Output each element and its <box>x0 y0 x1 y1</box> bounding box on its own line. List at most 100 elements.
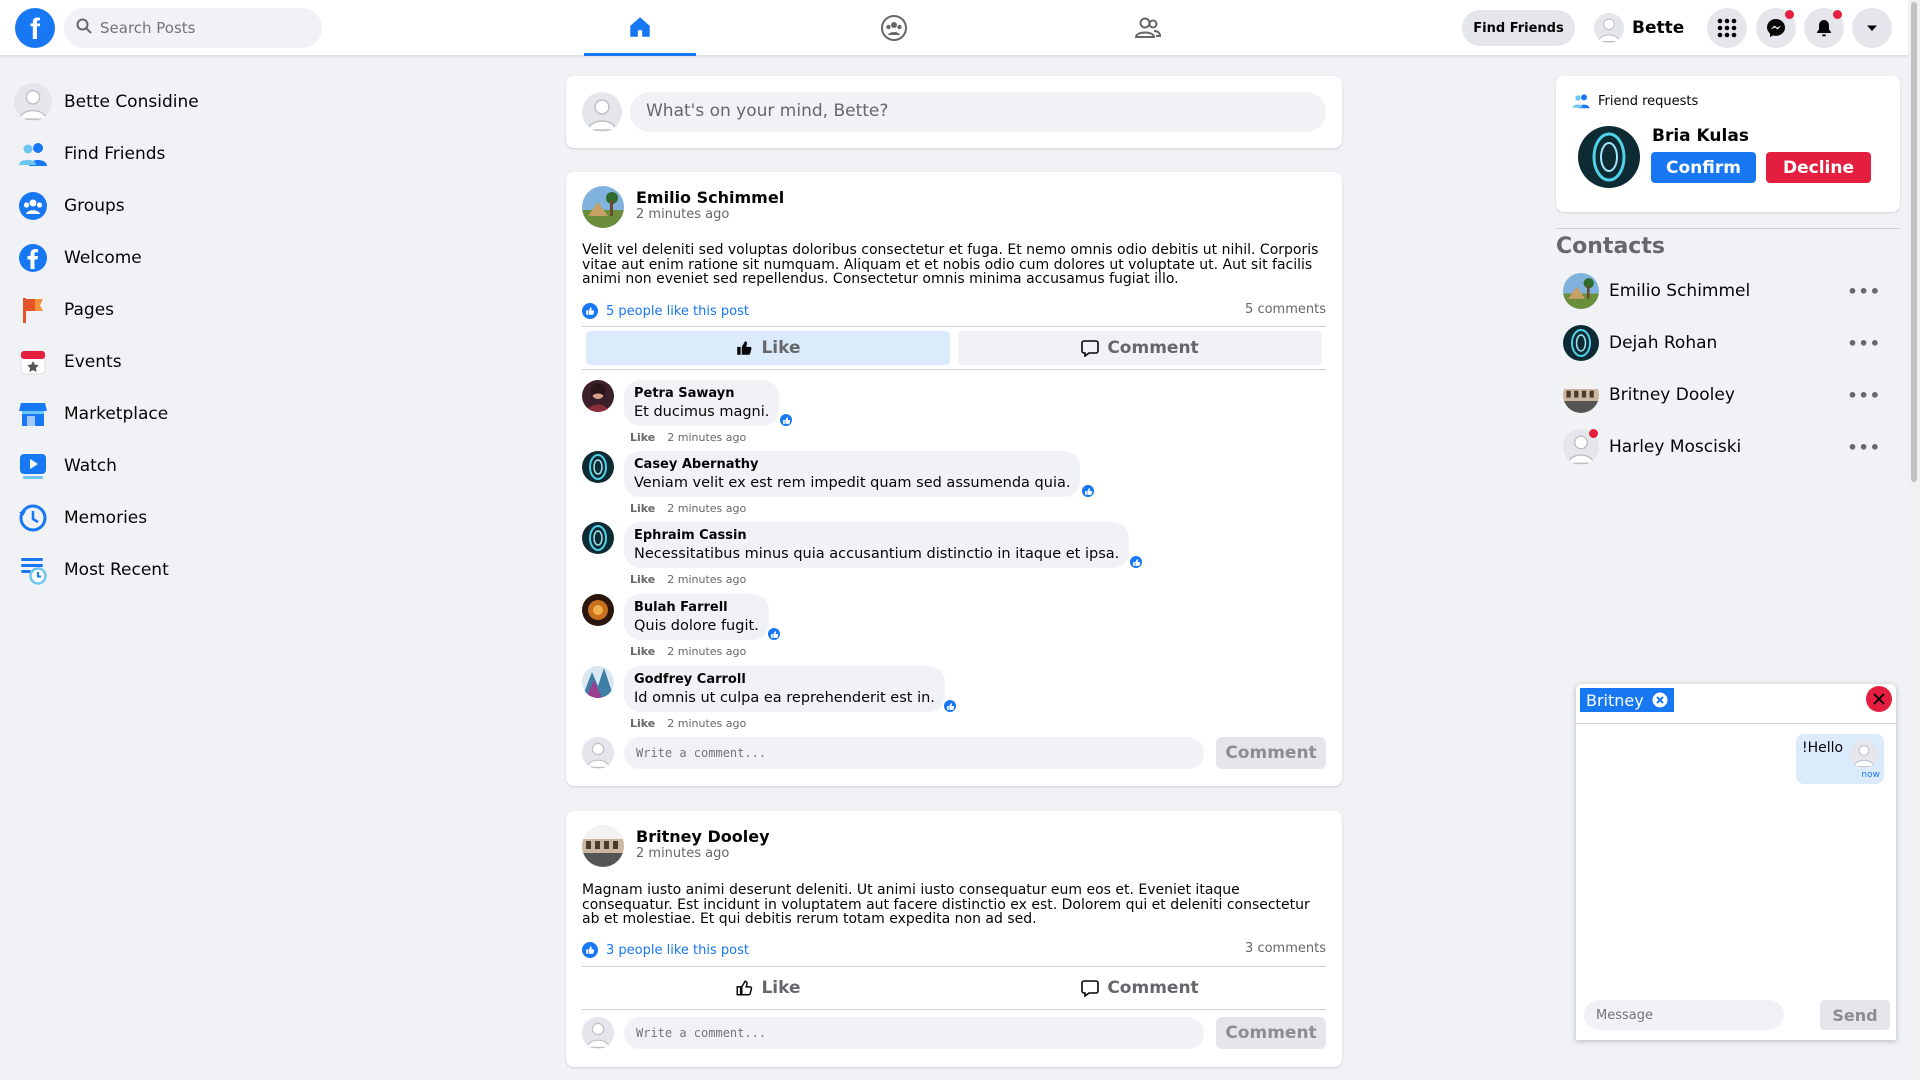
commenter-name[interactable]: Godfrey Carroll <box>634 672 935 687</box>
comment-like-link[interactable]: Like <box>630 645 655 658</box>
confirm-button[interactable]: Confirm <box>1651 152 1756 183</box>
submit-comment-button[interactable]: Comment <box>1216 1017 1326 1049</box>
user-name: Bette <box>1632 18 1685 38</box>
contact-item[interactable]: Dejah Rohan ••• <box>1563 321 1893 365</box>
commenter-name[interactable]: Casey Abernathy <box>634 457 1070 472</box>
sidebar-item-memories[interactable]: Memories <box>14 492 314 544</box>
comment-bubble: Ephraim Cassin Necessitatibus minus quia… <box>624 522 1130 568</box>
like-label: Like <box>761 338 801 358</box>
remove-recipient-icon[interactable] <box>1652 692 1668 708</box>
comment-input[interactable] <box>624 1017 1204 1049</box>
page-scrollbar[interactable] <box>1908 0 1920 1080</box>
requester-avatar[interactable] <box>1578 126 1640 188</box>
post-author[interactable]: Britney Dooley <box>636 827 770 846</box>
comment-time[interactable]: 2 minutes ago <box>667 573 746 586</box>
post-likes[interactable]: 3 people like this post <box>582 942 749 958</box>
comment-like-link[interactable]: Like <box>630 573 655 586</box>
comment-icon <box>1081 980 1100 997</box>
sidebar-item-pages[interactable]: Pages <box>14 284 314 336</box>
post-header: Britney Dooley 2 minutes ago <box>582 825 770 867</box>
scrollbar-thumb[interactable] <box>1911 2 1917 482</box>
post-time[interactable]: 2 minutes ago <box>636 207 784 222</box>
sidebar-item-find-friends[interactable]: Find Friends <box>14 128 314 180</box>
messenger-icon <box>1767 19 1785 37</box>
account-menu-button[interactable] <box>1852 8 1892 48</box>
sidebar-item-watch[interactable]: Watch <box>14 440 314 492</box>
chat-recipient-tag[interactable]: Britney <box>1580 688 1674 712</box>
contact-avatar <box>1563 273 1599 309</box>
comment-time[interactable]: 2 minutes ago <box>667 502 746 515</box>
submit-comment-button[interactable]: Comment <box>1216 737 1326 769</box>
find-friends-button[interactable]: Find Friends <box>1462 10 1575 46</box>
message-input[interactable] <box>1584 1000 1784 1030</box>
requester-name[interactable]: Bria Kulas <box>1652 126 1749 146</box>
contact-item[interactable]: Harley Mosciski ••• <box>1563 425 1893 469</box>
comment-button[interactable]: Comment <box>958 971 1322 1005</box>
sidebar-item-label: Welcome <box>64 248 142 268</box>
author-avatar[interactable] <box>582 825 624 867</box>
tab-home[interactable] <box>584 0 696 56</box>
messenger-button[interactable] <box>1756 8 1796 48</box>
notification-dot <box>1785 10 1794 19</box>
comment-bubble: Bulah Farrell Quis dolore fugit. <box>624 594 769 640</box>
sidebar-item-profile[interactable]: Bette Considine <box>14 76 314 128</box>
friends-icon <box>1572 94 1590 109</box>
tab-groups[interactable] <box>838 0 950 56</box>
contact-name: Britney Dooley <box>1609 385 1735 405</box>
search-input[interactable] <box>100 8 310 48</box>
contact-item[interactable]: Emilio Schimmel ••• <box>1563 269 1893 313</box>
more-options-icon[interactable]: ••• <box>1847 386 1881 405</box>
facebook-logo[interactable]: f <box>15 8 55 48</box>
sidebar-item-groups[interactable]: Groups <box>14 180 314 232</box>
avatar <box>14 83 52 121</box>
comment-like-link[interactable]: Like <box>630 502 655 515</box>
chat-header: Britney <box>1576 684 1896 724</box>
sidebar-item-events[interactable]: Events <box>14 336 314 388</box>
comment-like-badge-icon <box>1128 554 1144 570</box>
commenter-avatar[interactable] <box>582 380 614 412</box>
comments-count[interactable]: 3 comments <box>1245 941 1326 956</box>
contact-item[interactable]: Britney Dooley ••• <box>1563 373 1893 417</box>
comment-like-link[interactable]: Like <box>630 717 655 730</box>
commenter-avatar[interactable] <box>582 451 614 483</box>
more-options-icon[interactable]: ••• <box>1847 438 1881 457</box>
author-avatar[interactable] <box>582 186 624 228</box>
like-button[interactable]: Like <box>586 331 950 365</box>
commenter-avatar[interactable] <box>582 522 614 554</box>
send-button[interactable]: Send <box>1820 1000 1890 1030</box>
bell-icon <box>1817 20 1831 37</box>
comment-time[interactable]: 2 minutes ago <box>667 645 746 658</box>
commenter-avatar[interactable] <box>582 594 614 626</box>
comment-button[interactable]: Comment <box>958 331 1322 365</box>
like-button[interactable]: Like <box>586 971 950 1005</box>
menu-button[interactable] <box>1707 8 1747 48</box>
sidebar-item-welcome[interactable]: Welcome <box>14 232 314 284</box>
commenter-avatar[interactable] <box>582 666 614 698</box>
close-chat-button[interactable] <box>1866 686 1892 712</box>
search-box[interactable] <box>64 8 322 48</box>
composer-input[interactable]: What's on your mind, Bette? <box>630 92 1326 132</box>
sidebar-item-marketplace[interactable]: Marketplace <box>14 388 314 440</box>
comment-like-link[interactable]: Like <box>630 431 655 444</box>
tab-friends[interactable] <box>1092 0 1204 56</box>
notifications-button[interactable] <box>1804 8 1844 48</box>
post-likes[interactable]: 5 people like this post <box>582 303 749 319</box>
play-icon <box>14 447 52 485</box>
comment-time[interactable]: 2 minutes ago <box>667 717 746 730</box>
post-time[interactable]: 2 minutes ago <box>636 846 770 861</box>
sidebar-item-label: Memories <box>64 508 148 528</box>
commenter-name[interactable]: Bulah Farrell <box>634 600 759 615</box>
commenter-name[interactable]: Ephraim Cassin <box>634 528 1119 543</box>
commenter-name[interactable]: Petra Sawayn <box>634 386 769 401</box>
profile-shortcut[interactable]: Bette <box>1594 10 1684 46</box>
decline-button[interactable]: Decline <box>1766 152 1871 183</box>
online-status-dot <box>1589 429 1598 438</box>
comment-time[interactable]: 2 minutes ago <box>667 431 746 444</box>
sidebar-item-label: Groups <box>64 196 125 216</box>
comment-input[interactable] <box>624 737 1204 769</box>
more-options-icon[interactable]: ••• <box>1847 282 1881 301</box>
sidebar-item-most-recent[interactable]: Most Recent <box>14 544 314 596</box>
comments-count[interactable]: 5 comments <box>1245 302 1326 317</box>
post-author[interactable]: Emilio Schimmel <box>636 188 784 207</box>
more-options-icon[interactable]: ••• <box>1847 334 1881 353</box>
